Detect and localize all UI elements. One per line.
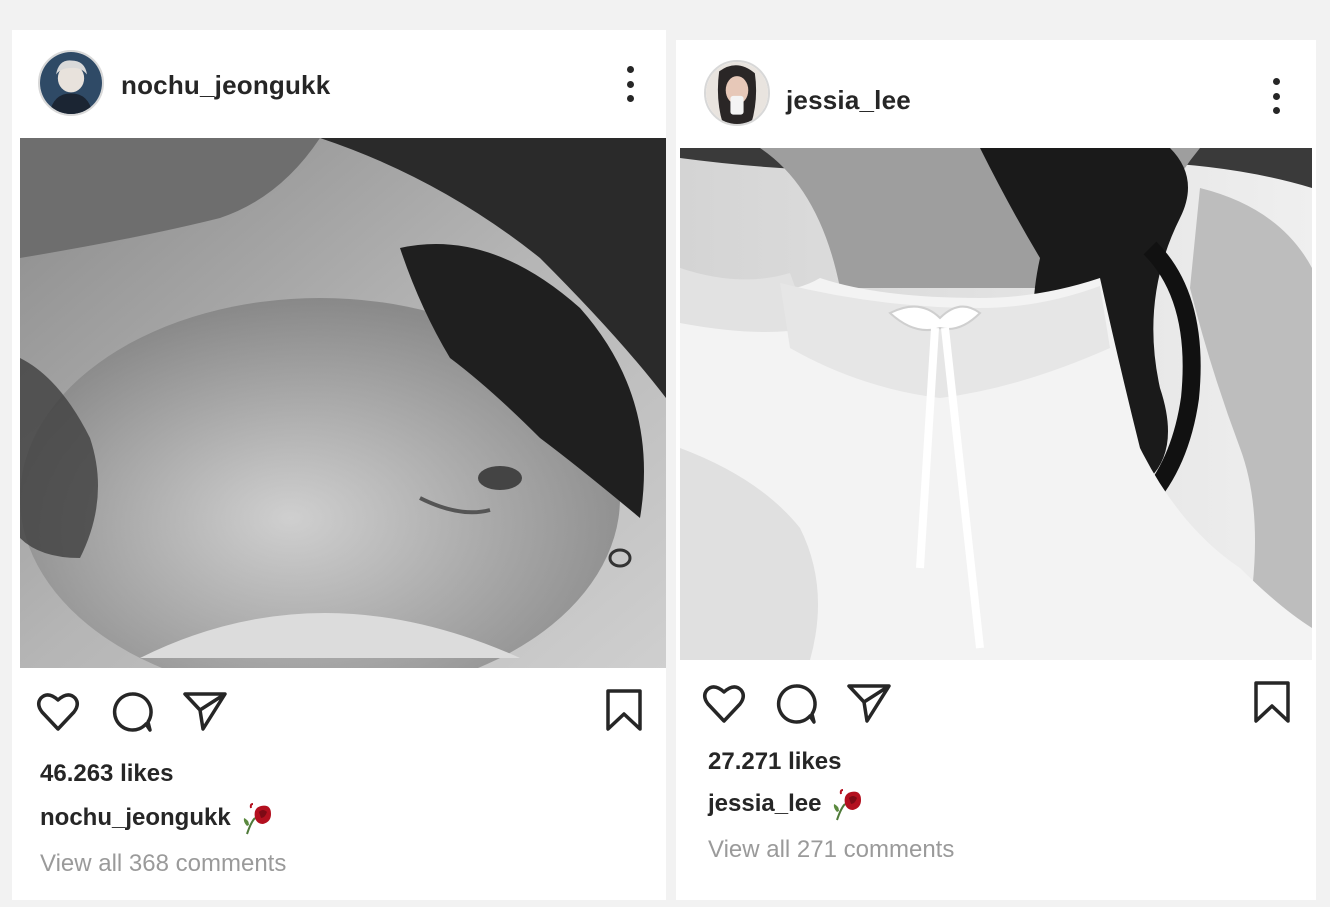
view-comments-link[interactable]: View all 368 comments <box>40 850 286 878</box>
more-options-icon[interactable] <box>620 66 640 102</box>
bookmark-icon[interactable] <box>1252 680 1292 724</box>
wilted-rose-icon <box>831 786 865 822</box>
caption-username[interactable]: nochu_jeongukk <box>40 804 231 832</box>
post-username[interactable]: nochu_jeongukk <box>121 70 330 101</box>
post-username[interactable]: jessia_lee <box>786 85 911 116</box>
comment-icon[interactable] <box>774 682 818 726</box>
heart-icon[interactable] <box>36 690 80 732</box>
wilted-rose-icon <box>241 800 275 836</box>
view-comments-link[interactable]: View all 271 comments <box>708 836 954 864</box>
caption-username[interactable]: jessia_lee <box>708 790 821 818</box>
likes-count[interactable]: 27.271 likes <box>708 748 841 776</box>
comment-icon[interactable] <box>110 690 154 734</box>
more-options-icon[interactable] <box>1266 78 1286 114</box>
likes-count[interactable]: 46.263 likes <box>40 760 173 788</box>
caption: jessia_lee <box>708 786 865 822</box>
avatar[interactable] <box>38 50 104 116</box>
avatar[interactable] <box>704 60 770 126</box>
bookmark-icon[interactable] <box>604 688 644 732</box>
post-photo[interactable] <box>20 138 666 668</box>
heart-icon[interactable] <box>702 682 746 724</box>
post-photo[interactable] <box>680 148 1312 660</box>
post-card: jessia_lee 27.271 likes jessia_lee View … <box>676 40 1316 900</box>
share-icon[interactable] <box>846 682 892 724</box>
caption: nochu_jeongukk <box>40 800 275 836</box>
post-card: nochu_jeongukk 46.263 likes nochu_jeongu… <box>12 30 666 900</box>
share-icon[interactable] <box>182 690 228 732</box>
